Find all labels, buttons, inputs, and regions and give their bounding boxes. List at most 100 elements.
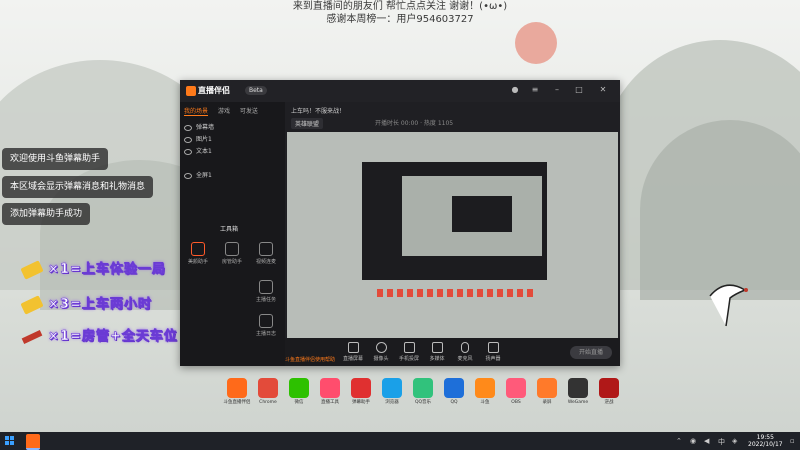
layer-item[interactable]: 全屏1 (184, 170, 212, 179)
tab-sendable[interactable]: 可发送 (240, 108, 258, 115)
camera-button[interactable]: 摄像头 (369, 342, 393, 362)
screen-capture-button[interactable]: 直播屏幕 (341, 342, 365, 362)
desktop-shortcut[interactable]: 浏览器 (377, 378, 407, 406)
main-panel: 上车吗！不服来战！ 英雄联盟 开播时长 00:00 · 热度 1105 直播屏幕… (285, 102, 620, 366)
plane-icon (21, 329, 43, 344)
app-titlebar: 直播伴侣 Beta ● ≡ – □ ✕ (180, 80, 620, 102)
desktop-shortcut[interactable]: Chrome (253, 378, 283, 406)
microphone-icon (461, 342, 469, 353)
maximize-icon[interactable]: □ (574, 85, 584, 95)
shortcut-label: Chrome (259, 400, 277, 405)
task-icon (259, 280, 273, 294)
start-live-button[interactable]: 开始直播 (570, 346, 612, 359)
camera-icon (375, 342, 387, 353)
tool-video-link[interactable]: 视频连麦 (251, 242, 281, 265)
notification-success: 添加弹幕助手成功 (2, 203, 91, 225)
gift-bar-icon (20, 259, 44, 280)
desktop-shortcut[interactable]: 录屏 (532, 378, 562, 406)
eye-icon[interactable] (184, 172, 192, 179)
desktop-shortcut[interactable]: 微信 (284, 378, 314, 406)
stream-preview[interactable] (287, 132, 618, 338)
stream-meta: 开播时长 00:00 · 热度 1105 (375, 120, 454, 127)
tab-game[interactable]: 游戏 (218, 108, 230, 115)
nested-preview-inner (452, 196, 512, 232)
minimize-icon[interactable]: – (552, 85, 562, 95)
shortcut-label: 弹幕助手 (352, 400, 370, 405)
desktop-shortcut[interactable]: QQ (439, 378, 469, 406)
tool-anchor-log[interactable]: 主播日志 (251, 314, 281, 337)
scene-tabs: 我的场景 游戏 可发送 (184, 106, 266, 116)
shortcut-label: OBS (511, 400, 521, 405)
ime-icon[interactable]: 中 (718, 437, 725, 447)
eye-icon[interactable] (184, 148, 192, 155)
close-icon[interactable]: ✕ (598, 85, 608, 95)
eye-icon[interactable] (184, 136, 192, 143)
user-icon (225, 242, 239, 256)
desktop-shortcut[interactable]: 斗鱼 (470, 378, 500, 406)
speaker-button[interactable]: 扬声器 (481, 342, 505, 362)
tool-anchor-task[interactable]: 主播任务 (251, 280, 281, 303)
media-button[interactable]: 多媒体 (425, 342, 449, 362)
app-icon (599, 378, 619, 398)
app-icon (475, 378, 495, 398)
gift-rule-text: ×1=上车体验一局 (48, 262, 166, 278)
tool-beauty[interactable]: 美颜助手 (183, 242, 213, 265)
scene-sidebar: 我的场景 游戏 可发送 弹幕墙 图片1 文本1 全屏1 工具箱 美颜助手 房管助… (180, 102, 285, 366)
app-icon (568, 378, 588, 398)
streaming-app-window: 直播伴侣 Beta ● ≡ – □ ✕ 我的场景 游戏 可发送 弹幕墙 图片1 … (180, 80, 620, 366)
speaker-icon (487, 342, 499, 353)
tray-expand-icon[interactable]: ⌃ (676, 437, 682, 445)
app-icon (320, 378, 340, 398)
windows-start-icon[interactable] (5, 436, 15, 446)
toolbox-title: 工具箱 (220, 226, 239, 233)
screen-icon (347, 342, 359, 353)
layer-label: 全屏1 (196, 172, 212, 179)
button-label: 多媒体 (429, 356, 445, 362)
layer-item[interactable]: 文本1 (184, 146, 212, 155)
app-icon (258, 378, 278, 398)
shortcut-label: 逆战 (604, 400, 614, 405)
notification-icon[interactable]: ▫ (790, 437, 795, 445)
help-link[interactable]: 斗鱼直播伴侣使用帮助 (285, 356, 335, 363)
banner-line-2: 感谢本周榜一：用户954603727 (326, 14, 474, 25)
gift-rule-text: ×1=房管+全天车位 (48, 329, 178, 345)
tab-my-scene[interactable]: 我的场景 (184, 108, 209, 116)
eye-icon[interactable] (184, 124, 192, 131)
red-sun (515, 22, 557, 64)
shortcut-label: 直播工具 (321, 400, 339, 405)
tool-room-manager[interactable]: 房管助手 (217, 242, 247, 265)
shortcut-label: 浏览器 (385, 400, 399, 405)
tray-app-icon[interactable]: ◈ (732, 437, 737, 445)
network-icon[interactable]: ◉ (690, 437, 696, 445)
app-name: 直播伴侣 (198, 86, 230, 95)
app-icon (413, 378, 433, 398)
gift-rule-1: ×1=上车体验一局 (20, 258, 166, 282)
avatar-icon[interactable]: ● (510, 85, 520, 95)
desktop-shortcut[interactable]: QQ音乐 (408, 378, 438, 406)
app-icon (444, 378, 464, 398)
menu-icon[interactable]: ≡ (530, 85, 540, 95)
desktop-shortcut[interactable]: OBS (501, 378, 531, 406)
gift-rule-3: ×1=房管+全天车位 (21, 325, 178, 349)
layer-item[interactable]: 图片1 (184, 134, 212, 143)
phone-cast-button[interactable]: 手机投屏 (397, 342, 421, 362)
taskbar-clock[interactable]: 19:55 2022/10/17 (748, 434, 783, 448)
button-label: 手机投屏 (398, 356, 419, 362)
nested-preview-window (362, 162, 547, 280)
banner-line-1: 来到直播间的朋友们 帮忙点点关注 谢谢！(•ω•) (292, 1, 508, 12)
desktop-shortcut[interactable]: 弹幕助手 (346, 378, 376, 406)
desktop-shortcut[interactable]: 斗鱼直播伴侣 (222, 378, 252, 406)
desktop-shortcut[interactable]: 直播工具 (315, 378, 345, 406)
layer-item[interactable]: 弹幕墙 (184, 122, 214, 131)
desktop-shortcut[interactable]: WeGame (563, 378, 593, 406)
stream-banner: 来到直播间的朋友们 帮忙点点关注 谢谢！(•ω•) 感谢本周榜一：用户95460… (250, 0, 550, 26)
desktop-shortcut[interactable]: 逆战 (594, 378, 624, 406)
category-tag[interactable]: 英雄联盟 (291, 118, 324, 129)
volume-icon[interactable]: ◀ (704, 437, 709, 445)
shortcut-label: QQ音乐 (414, 400, 432, 405)
microphone-button[interactable]: 麦克风 (453, 342, 477, 362)
clock-time: 19:55 (756, 434, 774, 441)
stream-title[interactable]: 上车吗！不服来战！ (291, 106, 345, 115)
button-label: 扬声器 (485, 356, 501, 362)
taskbar-app-icon[interactable] (26, 434, 40, 450)
